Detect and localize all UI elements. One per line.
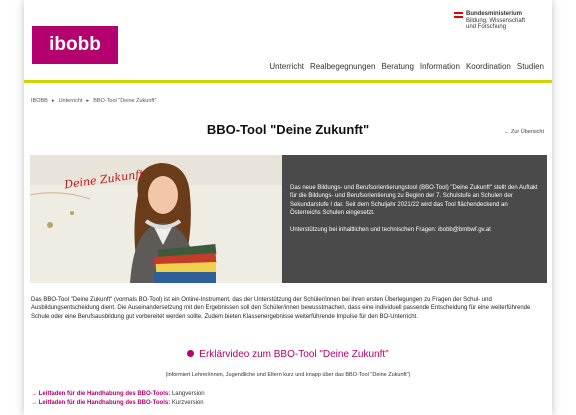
ministry-logo[interactable]: Bundesministerium Bildung, Wissenschaft … [454, 11, 552, 31]
back-to-overview-link[interactable]: ← Zur Übersicht [504, 129, 544, 135]
chevron-right-icon: ▸ [51, 98, 55, 104]
guide-long-version: Langversion [170, 391, 205, 397]
breadcrumb-item-current: BBO-Tool "Deine Zukunft" [93, 98, 157, 104]
nav-item-beratung[interactable]: Beratung [381, 62, 413, 71]
hero-paragraph: Das neue Bildungs- und Berufsorientierun… [290, 185, 538, 217]
student-illustration [30, 155, 282, 283]
nav-item-koordination[interactable]: Koordination [466, 62, 511, 71]
main-navigation: Unterricht Realbegegnungen Beratung Info… [269, 62, 544, 71]
austria-flag-icon [454, 12, 463, 18]
breadcrumb: IBOBB ▸ Unterricht ▸ BBO-Tool "Deine Zuk… [31, 98, 156, 104]
ministry-line: und Forschung [466, 24, 507, 30]
page-title: BBO-Tool "Deine Zukunft" [206, 122, 370, 137]
guide-long-link[interactable]: → Leitfaden für die Handhabung des BBO-T… [31, 391, 170, 397]
nav-item-realbegegnungen[interactable]: Realbegegnungen [310, 62, 375, 71]
student-photo: Deine Zukunft [30, 155, 282, 283]
site-header: ibobb Bundesministerium Bildung, Wissens… [24, 0, 552, 83]
breadcrumb-item-unterricht[interactable]: Unterricht [59, 98, 83, 104]
nav-item-information[interactable]: Information [420, 62, 460, 71]
breadcrumb-item-ibobb[interactable]: IBOBB [31, 98, 48, 104]
play-circle-icon [187, 350, 195, 357]
guide-short-link[interactable]: → Leitfaden für die Handhabung des BBO-T… [31, 400, 170, 406]
explainer-video-link[interactable]: Erklärvideo zum BBO-Tool "Deine Zukunft" [24, 349, 552, 360]
hero-banner: Deine Zukunft Das neue Bildungs- und Ber… [30, 155, 547, 283]
intro-paragraph: Das BBO-Tool "Deine Zukunft" (vormals BO… [31, 297, 531, 320]
video-description: (informiert Lehrer/innen, Jugendliche un… [165, 372, 411, 378]
page: ibobb Bundesministerium Bildung, Wissens… [24, 0, 552, 415]
document-links: → Leitfaden für die Handhabung des BBO-T… [31, 390, 205, 408]
document-link-item: → Leitfaden für die Handhabung des BBO-T… [31, 399, 205, 408]
accent-bar [24, 80, 552, 83]
support-contact: Unterstützung bei inhaltlichen und techn… [290, 226, 491, 233]
guide-short-version: Kurzversion [170, 400, 204, 406]
document-link-item: → Leitfaden für die Handhabung des BBO-T… [31, 390, 205, 399]
nav-item-studien[interactable]: Studien [517, 62, 544, 71]
video-link-label: Erklärvideo zum BBO-Tool "Deine Zukunft" [199, 349, 389, 360]
hero-text-panel: Das neue Bildungs- und Berufsorientierun… [282, 155, 547, 283]
ibobb-logo[interactable]: ibobb [32, 26, 118, 64]
chevron-right-icon: ▸ [86, 98, 90, 104]
nav-item-unterricht[interactable]: Unterricht [269, 62, 304, 71]
